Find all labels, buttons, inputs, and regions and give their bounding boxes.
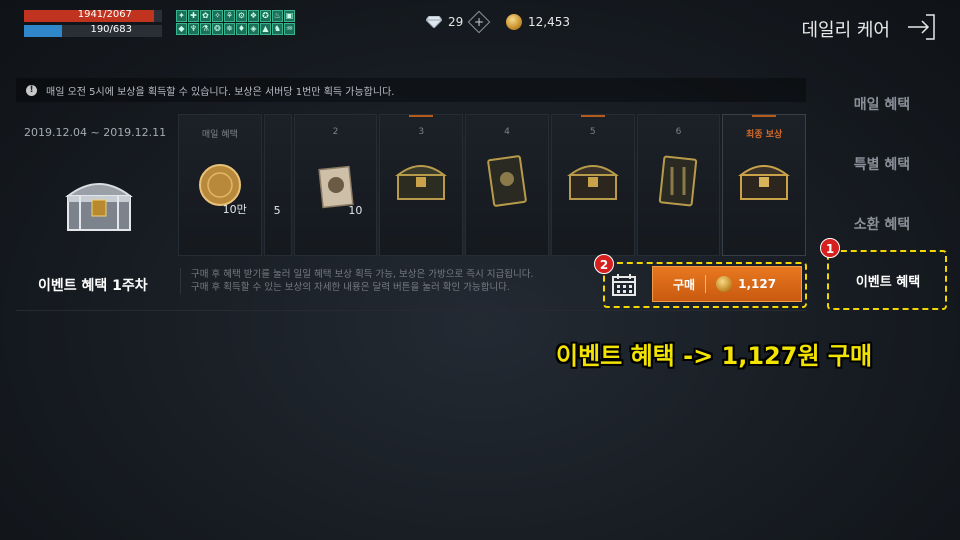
gold-count: 12,453 (528, 15, 570, 29)
buff-icon: ✵ (224, 23, 235, 35)
sidebar-item-daily[interactable]: 매일 혜택 (822, 94, 942, 114)
chest-reward-icon (395, 165, 448, 200)
hp-bar: 1941/2067 (24, 9, 162, 22)
buff-icon: ▲ (260, 23, 271, 35)
reward-qty: 10만 (222, 203, 247, 216)
sidebar-item-summon[interactable]: 소환 혜택 (822, 214, 942, 234)
description-line-2: 구매 후 획득할 수 있는 보상의 자세한 내용은 달력 버튼을 눌러 확인 가… (191, 282, 510, 293)
buff-icon: ❖ (248, 10, 259, 22)
reward-slot-label: 매일 혜택 (201, 130, 238, 140)
buy-button[interactable]: 구매 1,127 (652, 266, 802, 302)
buff-icon: ▣ (284, 10, 295, 22)
event-date-range: 2019.12.04 ~ 2019.12.11 (24, 126, 167, 139)
reward-slot-4: 4 (465, 114, 549, 256)
slot-accent (580, 115, 605, 117)
calendar-icon[interactable] (612, 274, 636, 296)
sidebar-item-special[interactable]: 특별 혜택 (822, 154, 942, 174)
reward-slot-5: 5 (550, 114, 635, 256)
buff-icon: ⚙ (236, 10, 247, 22)
reward-slot-label: 2 (332, 127, 339, 137)
buff-icon: ⚗ (200, 23, 211, 35)
card-reward-icon (659, 155, 698, 207)
buff-icon: ◆ (176, 23, 187, 35)
buy-separator (705, 275, 707, 293)
buff-icon: ✪ (260, 10, 271, 22)
reward-slot-1: 5 (263, 114, 292, 256)
alert-icon: ! (26, 84, 37, 96)
reward-slot-final: 최종 보상 (722, 114, 807, 256)
step-badge-2: 2 (594, 254, 614, 274)
reward-slot-6: 6 (636, 114, 721, 256)
gem-currency: 29 + (426, 10, 491, 34)
scroll-reward-icon (317, 165, 354, 209)
buff-icon: ♒ (284, 23, 295, 35)
reward-slot-label: 3 (418, 127, 425, 137)
reward-slot-label: 6 (675, 127, 682, 137)
buff-icon: ✦ (176, 10, 187, 22)
event-title: 이벤트 혜택 1주차 (38, 278, 148, 294)
treasure-chest-icon (65, 183, 133, 231)
buff-icon: ♨ (272, 10, 283, 22)
buff-icons: ✦ ✚ ✿ ✧ ⚘ ⚙ ❖ ✪ ♨ ▣ ◆ ♆ ⚗ ❂ ✵ ♦ ◈ ▲ ♞ ♒ (176, 10, 296, 35)
gold-coin-icon (716, 276, 733, 292)
slot-accent (752, 115, 777, 117)
buff-icon: ✿ (200, 10, 211, 22)
chest-reward-icon (738, 165, 791, 200)
reward-slot-label: 5 (589, 127, 596, 137)
notice-text: 매일 오전 5시에 보상을 획득할 수 있습니다. 보상은 서버당 1번만 획득… (46, 86, 395, 98)
reward-slot-3: 3 (379, 114, 464, 256)
description-line-1: 구매 후 혜택 받기를 눌러 일일 혜택 보상 획득 가능, 보상은 가방으로 … (191, 269, 534, 280)
reward-slot-label: 최종 보상 (746, 130, 783, 140)
gold-currency: 12,453 (506, 14, 570, 30)
buff-icon: ◈ (248, 23, 259, 35)
add-gem-icon[interactable]: + (467, 10, 491, 34)
annotation-caption: 이벤트 혜택 -> 1,127원 구매 (556, 342, 873, 370)
gold-coin-icon (506, 14, 522, 30)
buy-label: 구매 (673, 277, 696, 292)
mp-bar: 190/683 (24, 24, 162, 37)
buff-icon: ❂ (212, 23, 223, 35)
buy-price: 1,127 (738, 277, 777, 291)
notice-bar: ! 매일 오전 5시에 보상을 획득할 수 있습니다. 보상은 서버당 1번만 … (16, 78, 806, 102)
reward-qty: 10 (348, 204, 363, 217)
chest-reward-icon (566, 165, 619, 200)
buff-icon: ♦ (236, 23, 247, 35)
event-description: 구매 후 혜택 받기를 눌러 일일 혜택 보상 획득 가능, 보상은 가방으로 … (180, 268, 590, 294)
hp-text: 1941/2067 (77, 9, 132, 20)
gem-count: 29 (448, 15, 464, 29)
card-reward-icon (487, 155, 527, 207)
mp-fill (24, 25, 63, 37)
reward-strip: 매일 혜택 10만 5 2 10 3 4 5 6 최종 보상 (178, 114, 807, 256)
divider (16, 310, 806, 311)
buff-icon: ✧ (212, 10, 223, 22)
exit-icon[interactable] (906, 12, 936, 42)
reward-qty: 5 (273, 204, 281, 217)
mp-text: 190/683 (90, 24, 132, 35)
reward-slot-2: 2 10 (293, 114, 378, 256)
buff-icon: ✚ (188, 10, 199, 22)
buff-icon: ♆ (188, 23, 199, 35)
event-benefit-button[interactable]: 이벤트 혜택 (830, 252, 946, 308)
buff-icon: ♞ (272, 23, 283, 35)
buff-icon: ⚘ (224, 10, 235, 22)
slot-accent (409, 115, 434, 117)
reward-slot-daily: 매일 혜택 10만 (178, 114, 262, 256)
reward-slot-label: 4 (504, 127, 510, 137)
diamond-icon (426, 16, 442, 28)
page-title: 데일리 케어 (801, 20, 890, 41)
